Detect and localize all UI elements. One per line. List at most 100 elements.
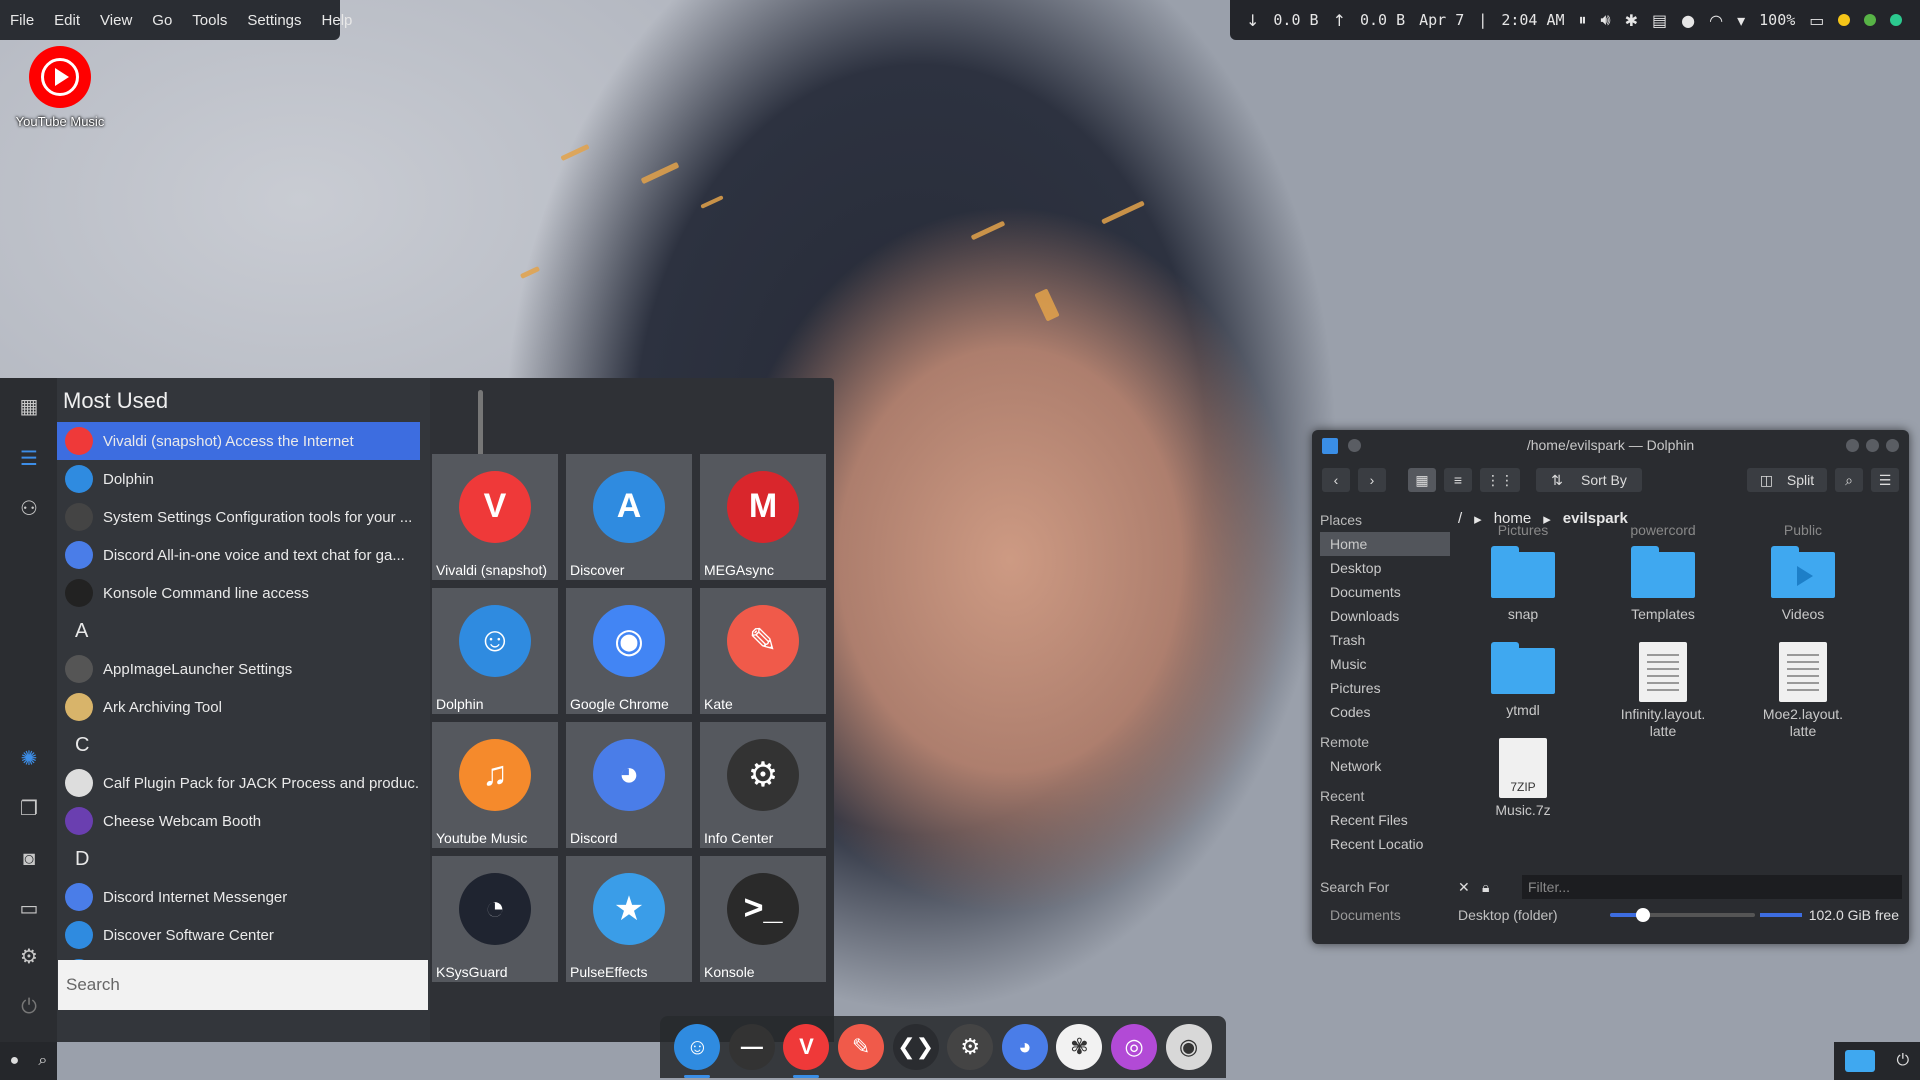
dock-item[interactable]: ⚙ xyxy=(947,1024,994,1070)
search-icon[interactable]: ⌕ xyxy=(38,1052,47,1070)
forward-button[interactable]: › xyxy=(1358,468,1386,492)
pin-button[interactable] xyxy=(1348,439,1361,452)
app-list-item[interactable]: System Settings Configuration tools for … xyxy=(57,498,420,536)
show-desktop-folder-icon[interactable] xyxy=(1844,1050,1875,1072)
search-button[interactable]: ⌕ xyxy=(1835,468,1863,492)
apple-menu-icon[interactable]: ● xyxy=(10,1052,20,1070)
filter-input[interactable]: Filter... xyxy=(1522,875,1902,899)
dock-item[interactable]: ◉ xyxy=(1165,1024,1212,1070)
details-view-button[interactable]: ≡ xyxy=(1444,468,1472,492)
app-list-item[interactable]: Discord Internet Messenger xyxy=(57,878,420,916)
place-recent[interactable]: Recent Locatio xyxy=(1320,832,1450,856)
window-minimize-dot[interactable] xyxy=(1838,14,1851,26)
camera-sidebar-icon[interactable]: ◙ xyxy=(16,846,42,872)
favorite-tile[interactable]: ⚙ Info Center xyxy=(700,722,826,848)
menu-edit[interactable]: Edit xyxy=(54,12,80,29)
desktop-icon-youtube-music[interactable]: YouTube Music xyxy=(8,46,112,129)
file-item[interactable]: ytmdl xyxy=(1458,642,1588,719)
dolphin-app-icon[interactable] xyxy=(1322,438,1338,454)
menu-help[interactable]: Help xyxy=(322,12,353,29)
power-sidebar-icon[interactable]: ⏻ xyxy=(16,994,42,1020)
all-apps-view-icon[interactable]: ☰ xyxy=(16,446,42,472)
favorite-tile[interactable]: ◕ Discord xyxy=(566,722,692,848)
favorite-tile[interactable]: >_ Konsole xyxy=(700,856,826,982)
file-item[interactable]: Videos xyxy=(1738,546,1868,623)
expand-tray-icon[interactable]: ▾ xyxy=(1737,11,1745,30)
favorite-tile[interactable]: ♫ Youtube Music xyxy=(432,722,558,848)
favorite-tile[interactable]: ◔ KSysGuard xyxy=(432,856,558,982)
file-item[interactable]: snap xyxy=(1458,546,1588,623)
maximize-button[interactable] xyxy=(1866,439,1879,452)
close-filter-icon[interactable]: ✕ xyxy=(1458,879,1470,896)
menu-go[interactable]: Go xyxy=(152,12,172,29)
microphone-icon[interactable]: ● xyxy=(1681,11,1695,30)
app-list-item[interactable]: Discord All-in-one voice and text chat f… xyxy=(57,536,420,574)
place-desktop[interactable]: Desktop xyxy=(1320,556,1450,580)
dock-item[interactable]: ✾ xyxy=(1056,1024,1103,1070)
search-documents-item[interactable]: Documents xyxy=(1320,907,1401,923)
window-close-dot[interactable] xyxy=(1890,14,1903,26)
compact-view-button[interactable]: ⋮⋮ xyxy=(1480,468,1520,492)
lock-filter-icon[interactable]: 🔒︎ xyxy=(1482,879,1489,896)
place-home[interactable]: Home xyxy=(1320,532,1450,556)
favorite-tile[interactable]: A Discover xyxy=(566,454,692,580)
documents-sidebar-icon[interactable]: ❐ xyxy=(16,796,42,822)
window-maximize-dot[interactable] xyxy=(1864,14,1877,26)
clock-time[interactable]: 2:04 AM xyxy=(1501,11,1564,29)
favorite-tile[interactable]: ✎ Kate xyxy=(700,588,826,714)
favorite-tile[interactable]: V Vivaldi (snapshot) xyxy=(432,454,558,580)
launcher-search-input[interactable]: Search xyxy=(58,960,428,1010)
menu-settings[interactable]: Settings xyxy=(247,12,301,29)
minimize-button[interactable] xyxy=(1846,439,1859,452)
place-codes[interactable]: Codes xyxy=(1320,700,1450,724)
dock-item[interactable]: — xyxy=(728,1024,775,1070)
app-list-item[interactable]: Calf Plugin Pack for JACK Process and pr… xyxy=(57,764,420,802)
menu-file[interactable]: File xyxy=(10,12,34,29)
menu-view[interactable]: View xyxy=(100,12,132,29)
discover-sidebar-icon[interactable]: ✺ xyxy=(16,746,42,772)
file-item[interactable]: 7ZIP Music.7z xyxy=(1458,738,1588,819)
media-pause-icon[interactable]: ⏸ xyxy=(1579,10,1587,30)
power-icon[interactable]: ⏻ xyxy=(1897,1052,1910,1070)
zoom-slider[interactable] xyxy=(1610,908,1755,922)
clipboard-icon[interactable]: ▤ xyxy=(1652,11,1667,30)
dock-item[interactable]: ☺ xyxy=(674,1024,721,1078)
app-list-item[interactable]: Discover Software Center xyxy=(57,916,420,954)
back-button[interactable]: ‹ xyxy=(1322,468,1350,492)
dock-item[interactable]: ✎ xyxy=(838,1024,885,1070)
favorite-tile[interactable]: ◉ Google Chrome xyxy=(566,588,692,714)
app-list-item[interactable]: Konsole Command line access xyxy=(57,574,420,612)
place-documents[interactable]: Documents xyxy=(1320,580,1450,604)
favorite-tile[interactable]: ★ PulseEffects xyxy=(566,856,692,982)
place-recent[interactable]: Recent Files xyxy=(1320,808,1450,832)
wifi-icon[interactable]: ◠ xyxy=(1709,11,1723,30)
favorite-tile[interactable]: ☺ Dolphin xyxy=(432,588,558,714)
menu-tools[interactable]: Tools xyxy=(192,12,227,29)
hamburger-menu-button[interactable]: ☰ xyxy=(1871,468,1899,492)
icons-view-button[interactable]: ▦ xyxy=(1408,468,1436,492)
file-item[interactable]: Infinity.layout. latte xyxy=(1598,642,1728,740)
split-button[interactable]: ◫ Split xyxy=(1747,468,1827,492)
battery-icon[interactable]: ▭ xyxy=(1809,11,1824,30)
file-item[interactable]: Templates xyxy=(1598,546,1728,623)
dock-item[interactable]: ◎ xyxy=(1111,1024,1158,1070)
volume-icon[interactable]: 🔊︎ xyxy=(1601,10,1611,30)
app-list-item[interactable]: Cheese Webcam Booth xyxy=(57,802,420,840)
dock-item[interactable]: ◕ xyxy=(1001,1024,1048,1070)
app-list-item[interactable]: Ark Archiving Tool xyxy=(57,688,420,726)
place-downloads[interactable]: Downloads xyxy=(1320,604,1450,628)
file-item[interactable]: Moe2.layout. latte xyxy=(1738,642,1868,740)
place-trash[interactable]: Trash xyxy=(1320,628,1450,652)
place-music[interactable]: Music xyxy=(1320,652,1450,676)
settings-sidebar-icon[interactable]: ⚙ xyxy=(16,944,42,970)
dolphin-titlebar[interactable]: /home/evilspark — Dolphin xyxy=(1312,430,1909,460)
app-list-item[interactable]: AppImageLauncher Settings xyxy=(57,650,420,688)
favorites-view-icon[interactable]: ▦ xyxy=(16,394,42,420)
place-network[interactable]: Network xyxy=(1320,754,1450,778)
app-list-item[interactable]: Dolphin xyxy=(57,460,420,498)
bluetooth-icon[interactable]: ✱ xyxy=(1625,11,1638,30)
favorite-tile[interactable]: M MEGAsync xyxy=(700,454,826,580)
place-pictures[interactable]: Pictures xyxy=(1320,676,1450,700)
app-list-item[interactable]: Vivaldi (snapshot) Access the Internet xyxy=(57,422,420,460)
sort-by-button[interactable]: ⇅ Sort By xyxy=(1536,468,1642,492)
